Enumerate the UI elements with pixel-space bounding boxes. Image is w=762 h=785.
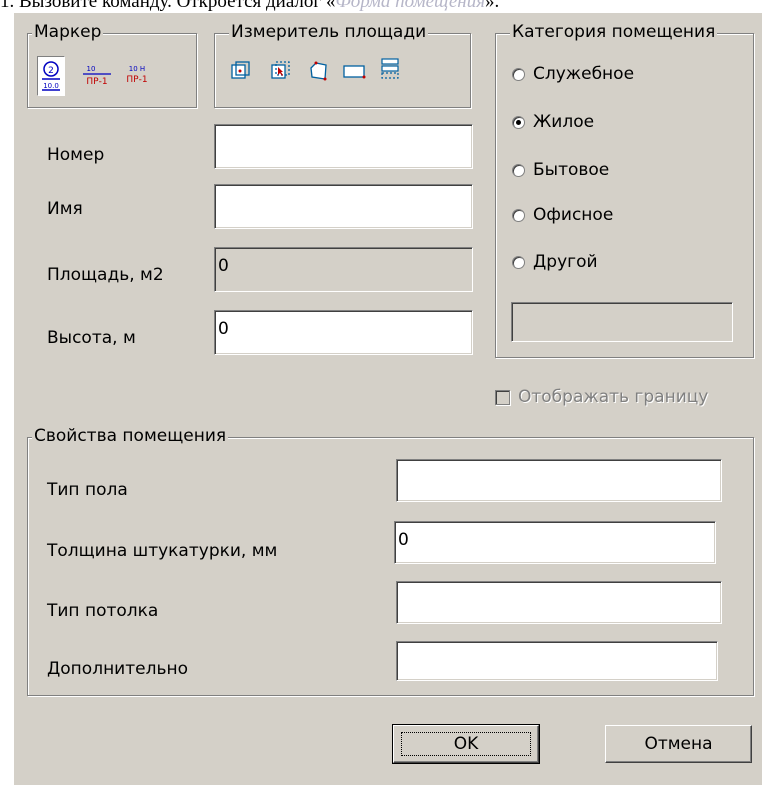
area-point-icon[interactable] [227,58,253,84]
caption-text: 1. Вызовите команду. Откроется диалог « [0,0,336,11]
room-marker-icon[interactable]: 2 10.0 [37,56,65,96]
name-field[interactable] [214,184,473,229]
name-label: Имя [47,199,83,219]
svg-text:2: 2 [48,66,54,76]
area-table-icon[interactable] [377,56,403,82]
additional-field[interactable] [396,641,718,681]
cancel-button-label: Отмена [644,734,713,754]
show-border-box[interactable] [495,389,510,405]
properties-group-legend: Свойства помещения [32,426,229,446]
room-properties-group: Свойства помещения Тип пола Толщина штук… [27,426,754,696]
area-select-icon[interactable] [267,58,293,84]
category-radio-other[interactable]: Другой [512,250,598,274]
radio-service-indicator[interactable] [512,67,525,81]
ok-button[interactable]: OK [392,724,540,764]
instruction-caption: 1. Вызовите команду. Откроется диалог «Ф… [0,0,762,11]
caption-dialog-name: Форма помещения [335,0,486,11]
svg-text:10.0: 10.0 [43,82,59,90]
area-group-legend: Измеритель площади [229,22,429,42]
area-polyline-icon[interactable] [305,58,331,84]
ceiling-type-label: Тип потолка [47,601,159,621]
show-border-label: Отображать границу [518,387,709,407]
svg-text:ПР-1: ПР-1 [126,75,147,85]
svg-text:ПР-1: ПР-1 [86,77,107,87]
radio-other-indicator[interactable] [512,255,525,269]
category-group-legend: Категория помещения [510,22,718,42]
radio-service-label: Служебное [533,64,635,84]
area-field: 0 [214,247,473,292]
ceiling-type-field[interactable] [396,581,722,624]
room-marker-table-alt-icon[interactable]: 10 H ПР-1 [120,56,154,96]
svg-text:10: 10 [87,65,96,73]
number-field[interactable] [214,124,473,169]
area-label: Площадь, м2 [47,265,164,285]
radio-residential-label: Жилое [533,112,595,132]
category-radio-residential[interactable]: Жилое [512,110,594,134]
marker-group-legend: Маркер [32,22,104,42]
radio-residential-indicator[interactable] [512,115,525,129]
category-radio-service[interactable]: Служебное [512,62,634,86]
category-radio-household[interactable]: Бытовое [512,158,609,182]
plaster-thickness-label: Толщина штукатурки, мм [47,541,278,561]
room-category-group: Категория помещения Служебное Жилое Быто… [495,22,754,358]
floor-type-label: Тип пола [47,480,128,500]
category-other-field[interactable] [511,302,733,342]
caption-end: ». [485,0,500,11]
plaster-thickness-field[interactable]: 0 [394,521,716,564]
show-border-checkbox[interactable]: Отображать границу [495,387,708,407]
additional-label: Дополнительно [47,659,188,679]
radio-office-label: Офисное [533,205,614,225]
radio-office-indicator[interactable] [512,208,525,222]
height-label: Высота, м [47,328,136,348]
number-label: Номер [47,145,105,165]
ok-button-label: OK [400,732,532,756]
marker-group: Маркер 2 10.0 10 ПР-1 10 H ПР-1 [27,22,197,108]
room-marker-table-icon[interactable]: 10 ПР-1 [80,56,114,96]
height-field[interactable]: 0 [214,310,473,355]
cancel-button[interactable]: Отмена [605,725,752,763]
area-rectangle-icon[interactable] [341,58,367,84]
radio-household-label: Бытовое [533,160,610,180]
category-radio-office[interactable]: Офисное [512,203,613,227]
radio-household-indicator[interactable] [512,163,525,177]
room-form-dialog: Маркер 2 10.0 10 ПР-1 10 H ПР-1 Измерите… [14,13,762,785]
floor-type-field[interactable] [396,459,722,502]
area-measure-group: Измеритель площади [214,22,471,108]
svg-text:10 H: 10 H [129,65,145,73]
radio-other-label: Другой [533,252,598,272]
